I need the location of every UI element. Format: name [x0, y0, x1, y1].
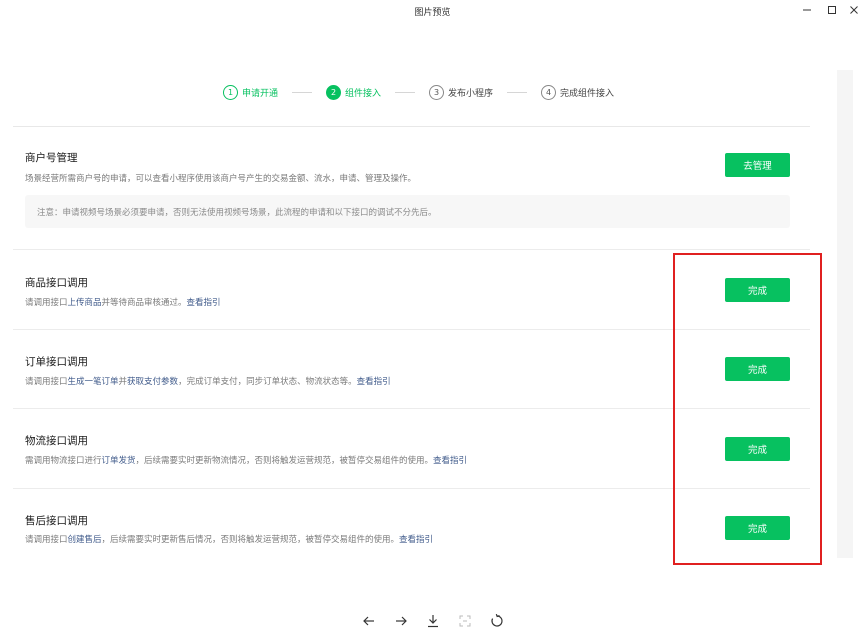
previous-button[interactable]: [361, 613, 377, 629]
step-2-number: 2: [326, 84, 342, 100]
aftersale-desc: 请调用接口创建售后，后续需要实时更新售后情况，否则将触发运营规范，被暂停交易组件…: [25, 533, 433, 545]
aftersale-desc-b: ，后续需要实时更新售后情况，否则将触发运营规范，被暂停交易组件的使用。: [101, 535, 400, 545]
order-desc: 请调用接口生成一笔订单并获取支付参数，完成订单支付，同步订单状态、物流状态等。查…: [25, 375, 391, 387]
logistics-guide-link[interactable]: 查看指引: [433, 456, 467, 466]
fit-screen-icon: [459, 615, 470, 627]
rotate-button[interactable]: [489, 613, 505, 629]
notice-box: 注意：申请视频号场景必须要申请，否则无法使用视频号场景，此流程的申请和以下接口的…: [25, 195, 790, 228]
step-3-label: 发布小程序: [448, 88, 494, 99]
merchant-desc: 场景经营所需商户号的申请，可以查看小程序使用该商户号产生的交易金额、流水，申请、…: [25, 174, 417, 184]
step-connector: [395, 91, 416, 93]
logistics-desc: 需调用物流接口进行订单发货，后续需要实时更新物流情况，否则将触发运营规范，被暂停…: [25, 454, 467, 466]
merchant-section: 商户号管理 场景经营所需商户号的申请，可以查看小程序使用该商户号产生的交易金额、…: [13, 127, 810, 250]
step-4: 4 完成组件接入: [541, 84, 615, 100]
merchant-title: 商户号管理: [25, 152, 78, 164]
order-desc-b: 并: [118, 377, 128, 387]
step-3: 3 发布小程序: [429, 84, 494, 100]
step-1: 1 申请开通: [223, 84, 279, 100]
step-1-label: 申请开通: [242, 88, 279, 99]
logistics-title: 物流接口调用: [25, 435, 88, 447]
order-desc-a: 请调用接口: [25, 377, 68, 387]
pay-params-link[interactable]: 获取支付参数: [127, 377, 178, 387]
highlight-box: [673, 253, 822, 565]
aftersale-title: 售后接口调用: [25, 515, 88, 527]
product-title: 商品接口调用: [25, 277, 88, 289]
product-desc-a: 请调用接口: [25, 298, 68, 308]
order-guide-link[interactable]: 查看指引: [357, 377, 391, 387]
image-toolbar: [0, 608, 865, 634]
create-aftersale-link[interactable]: 创建售后: [68, 535, 102, 545]
step-connector: [507, 91, 528, 93]
logistics-desc-a: 需调用物流接口进行: [25, 456, 102, 466]
arrow-left-icon: [362, 616, 374, 626]
upload-product-link[interactable]: 上传商品: [68, 298, 102, 308]
notice-text: 注意：申请视频号场景必须要申请，否则无法使用视频号场景，此流程的申请和以下接口的…: [37, 208, 437, 218]
product-guide-link[interactable]: 查看指引: [187, 298, 221, 308]
order-desc-c: ，完成订单支付，同步订单状态、物流状态等。: [178, 377, 357, 387]
product-desc-b: 并等待商品审核通过。: [101, 298, 187, 308]
step-4-number: 4: [541, 84, 557, 100]
step-3-number: 3: [429, 84, 445, 100]
next-button[interactable]: [393, 613, 409, 629]
preview-image: 1 申请开通 2 组件接入 3 发布小程序 4 完成组件接入 商户号管理 场景经…: [0, 0, 865, 600]
download-button[interactable]: [425, 613, 441, 629]
step-2-label: 组件接入: [345, 88, 382, 99]
rotate-icon: [490, 614, 503, 627]
create-order-link[interactable]: 生成一笔订单: [68, 377, 119, 387]
fit-screen-button[interactable]: [457, 613, 473, 629]
step-4-label: 完成组件接入: [560, 88, 615, 99]
arrow-right-icon: [395, 616, 407, 626]
step-connector: [292, 91, 313, 93]
step-indicator: 1 申请开通 2 组件接入 3 发布小程序 4 完成组件接入: [223, 83, 614, 101]
ship-order-link[interactable]: 订单发货: [102, 456, 136, 466]
order-title: 订单接口调用: [25, 356, 88, 368]
aftersale-desc-a: 请调用接口: [25, 535, 68, 545]
manage-button[interactable]: 去管理: [725, 153, 790, 177]
download-icon: [427, 615, 438, 628]
product-desc: 请调用接口上传商品并等待商品审核通过。查看指引: [25, 296, 221, 308]
logistics-desc-b: ，后续需要实时更新物流情况，否则将触发运营规范，被暂停交易组件的使用。: [135, 456, 434, 466]
aftersale-guide-link[interactable]: 查看指引: [399, 535, 433, 545]
step-1-number: 1: [223, 84, 238, 100]
step-2: 2 组件接入: [326, 84, 382, 100]
